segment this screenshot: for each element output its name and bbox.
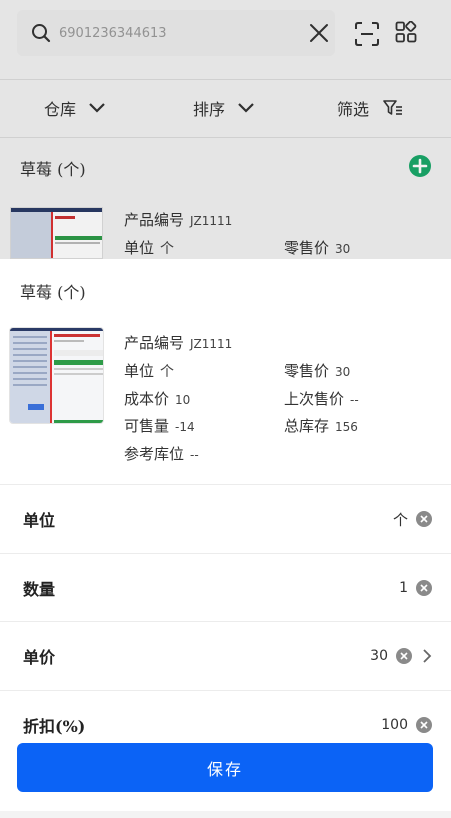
available-qty-info: 可售量 -14: [124, 417, 195, 435]
field-row-quantity[interactable]: 数量 1: [0, 553, 451, 621]
cost-price-info: 成本价 10: [124, 390, 191, 408]
product-code: 产品编号 JZ1111: [124, 334, 233, 352]
chevron-right-icon[interactable]: [422, 648, 432, 664]
save-bar: 保存: [0, 740, 451, 818]
clear-icon[interactable]: [416, 511, 432, 527]
field-row-unit-price[interactable]: 单价 30: [0, 621, 451, 689]
unit-price-input[interactable]: 30: [370, 648, 388, 664]
quantity-input[interactable]: 1: [399, 580, 408, 596]
product-edit-sheet: 草莓 (个) 产品编号 JZ1111 单位 个 零售价 30 成本价 10 上次…: [0, 259, 451, 818]
ref-location-info: 参考库位 --: [124, 445, 199, 463]
bottom-strip: [0, 811, 451, 818]
product-thumbnail: [10, 328, 103, 423]
last-price-info: 上次售价 --: [284, 390, 359, 408]
field-label: 折扣(%): [23, 717, 86, 736]
field-label: 数量: [23, 580, 56, 599]
save-button[interactable]: 保存: [17, 743, 433, 792]
total-stock-info: 总库存 156: [284, 417, 358, 435]
clear-icon[interactable]: [396, 648, 412, 664]
field-label: 单价: [23, 648, 56, 667]
field-row-unit[interactable]: 单位 个: [0, 484, 451, 552]
clear-icon[interactable]: [416, 580, 432, 596]
clear-icon[interactable]: [416, 717, 432, 733]
sheet-title: 草莓 (个): [20, 283, 86, 302]
retail-price-info: 零售价 30: [284, 362, 351, 380]
unit-info: 单位个: [124, 362, 175, 380]
field-label: 单位: [23, 511, 56, 530]
discount-input[interactable]: 100: [381, 717, 408, 733]
unit-value[interactable]: 个: [393, 509, 408, 530]
